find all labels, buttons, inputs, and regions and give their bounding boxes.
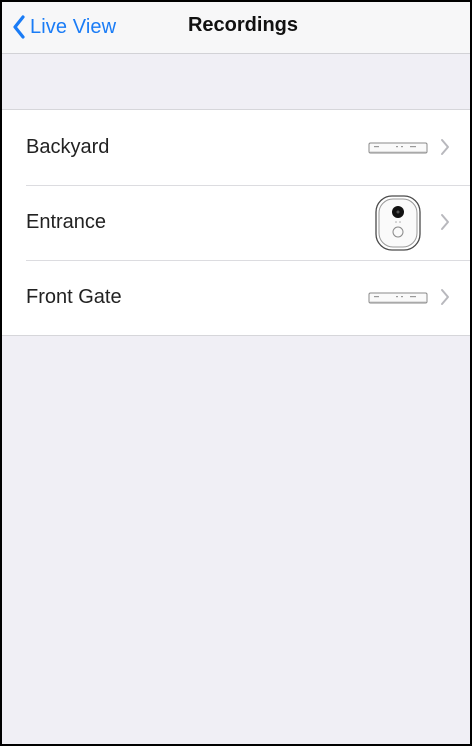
page-title: Recordings <box>187 14 299 36</box>
chevron-right-icon <box>441 139 449 155</box>
list-item-label: Backyard <box>26 136 110 158</box>
doorbell-camera-icon <box>374 185 422 260</box>
recordings-list: Backyard Entrance Front Gate <box>2 109 470 336</box>
list-item-front-gate[interactable]: Front Gate <box>2 260 470 335</box>
chevron-right-icon <box>441 214 449 230</box>
list-item-entrance[interactable]: Entrance <box>2 185 470 260</box>
nvr-recorder-icon <box>368 110 428 185</box>
navigation-bar: Live View Recordings <box>2 2 470 54</box>
list-item-backyard[interactable]: Backyard <box>2 110 470 185</box>
list-item-label: Front Gate <box>26 286 122 308</box>
screen: Live View Recordings Backyard Entrance F… <box>0 0 472 746</box>
chevron-right-icon <box>441 289 449 305</box>
list-item-label: Entrance <box>26 211 107 233</box>
nvr-recorder-icon <box>368 260 428 335</box>
